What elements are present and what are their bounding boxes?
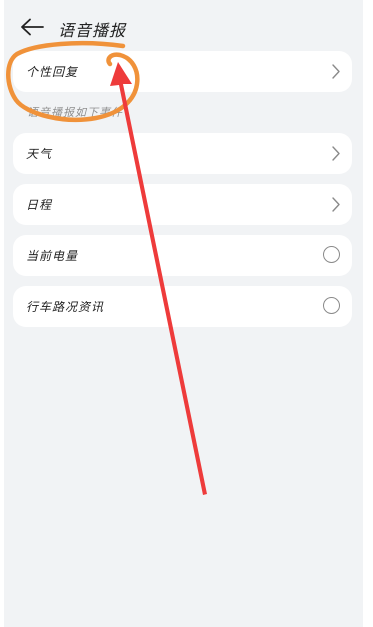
battery-level-label: 当前电量 xyxy=(26,249,79,263)
header: 语音播报 xyxy=(0,10,373,46)
weather-label: 天气 xyxy=(26,147,53,161)
personalized-reply-item[interactable]: 个性回复 xyxy=(13,51,352,92)
chevron-right-icon xyxy=(332,197,340,212)
chevron-right-icon xyxy=(332,146,340,161)
schedule-item[interactable]: 日程 xyxy=(13,184,352,225)
traffic-info-item[interactable]: 行车路况资讯 xyxy=(13,286,352,327)
traffic-info-label: 行车路况资讯 xyxy=(26,300,105,314)
section-label: 语音播报如下事件 xyxy=(27,106,123,119)
screen: 语音播报 个性回复 语音播报如下事件 天气 日程 当前电量 行车路况资讯 xyxy=(0,0,373,627)
battery-level-radio[interactable] xyxy=(323,246,340,263)
back-button[interactable] xyxy=(20,16,46,38)
page-title: 语音播报 xyxy=(58,21,127,40)
personalized-reply-label: 个性回复 xyxy=(26,65,79,79)
traffic-info-radio[interactable] xyxy=(323,297,340,314)
battery-level-item[interactable]: 当前电量 xyxy=(13,235,352,276)
weather-item[interactable]: 天气 xyxy=(13,133,352,174)
arrow-left-icon xyxy=(21,18,44,36)
schedule-label: 日程 xyxy=(26,198,53,212)
chevron-right-icon xyxy=(332,64,340,79)
